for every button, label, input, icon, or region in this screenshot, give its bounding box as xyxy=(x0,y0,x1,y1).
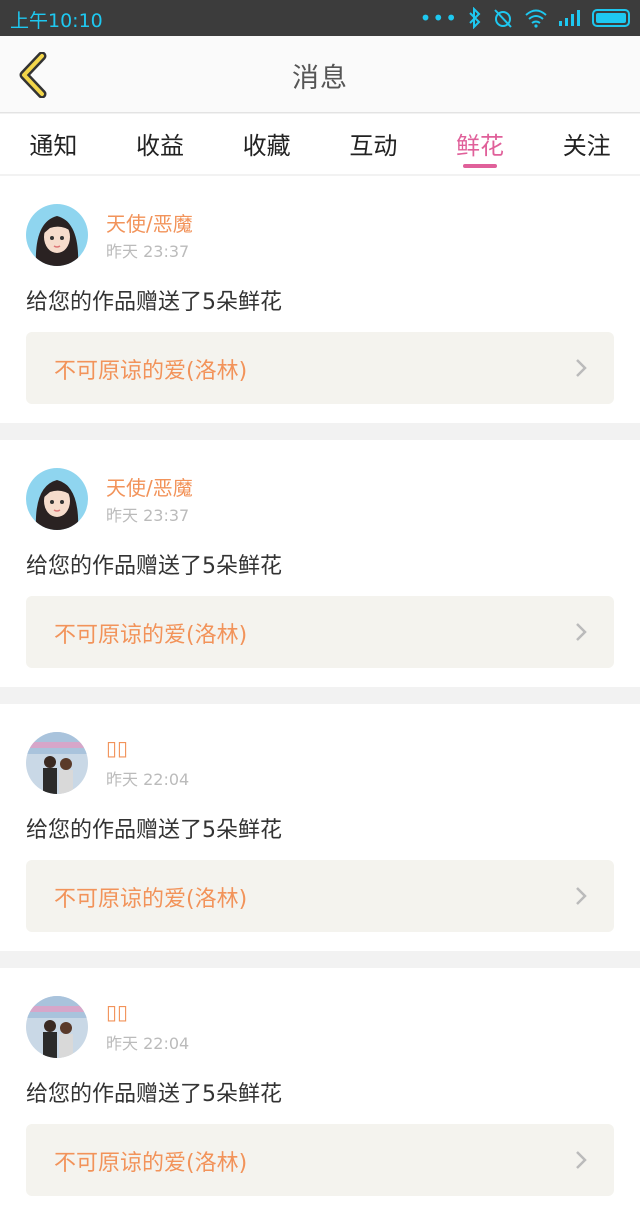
wifi-icon xyxy=(525,9,547,28)
status-time: 上午10:10 xyxy=(10,10,103,32)
chevron-right-icon xyxy=(576,359,587,377)
work-title: 不可原谅的爱(洛林) xyxy=(54,887,248,912)
message-time: 昨天 23:37 xyxy=(106,506,190,525)
message-text: 给您的作品赠送了5朵鲜花 xyxy=(26,818,282,843)
dots-icon: ••• xyxy=(419,6,458,30)
tab-interactions[interactable]: 互动 xyxy=(320,114,427,174)
work-title: 不可原谅的爱(洛林) xyxy=(54,1151,248,1176)
avatar[interactable] xyxy=(26,732,88,794)
work-link[interactable]: 不可原谅的爱(洛林) xyxy=(26,860,614,932)
battery-icon xyxy=(592,9,630,27)
avatar-girl-icon xyxy=(26,204,88,266)
work-link[interactable]: 不可原谅的爱(洛林) xyxy=(26,1124,614,1196)
message-time: 昨天 22:04 xyxy=(106,770,190,789)
message-text: 给您的作品赠送了5朵鲜花 xyxy=(26,290,282,315)
work-title: 不可原谅的爱(洛林) xyxy=(54,623,248,648)
alarm-off-icon xyxy=(494,9,512,28)
status-icons: ••• xyxy=(420,6,630,30)
message-time: 昨天 22:04 xyxy=(106,1034,190,1053)
tab-bar: 通知 收益 收藏 互动 鲜花 关注 xyxy=(0,114,640,174)
page-title: 消息 xyxy=(292,63,348,94)
chevron-right-icon xyxy=(576,1151,587,1169)
tab-label: 关注 xyxy=(562,132,611,160)
tab-label: 通知 xyxy=(29,132,78,160)
active-tab-indicator xyxy=(463,164,498,168)
message-card: 天使/恶魔 昨天 23:37 给您的作品赠送了5朵鲜花 不可原谅的爱(洛林) xyxy=(0,440,640,687)
sender-name[interactable]: 天使/恶魔 xyxy=(106,472,193,501)
message-text: 给您的作品赠送了5朵鲜花 xyxy=(26,554,282,579)
tab-label: 收藏 xyxy=(242,132,291,160)
message-card: ▯▯ 昨天 22:04 给您的作品赠送了5朵鲜花 不可原谅的爱(洛林) xyxy=(0,968,640,1215)
message-text: 给您的作品赠送了5朵鲜花 xyxy=(26,1082,282,1107)
tab-follows[interactable]: 关注 xyxy=(533,114,640,174)
avatar-couple-photo-icon xyxy=(26,732,88,794)
work-link[interactable]: 不可原谅的爱(洛林) xyxy=(26,332,614,404)
avatar[interactable] xyxy=(26,468,88,530)
bluetooth-icon xyxy=(469,7,481,29)
work-title: 不可原谅的爱(洛林) xyxy=(54,359,248,384)
tab-label: 收益 xyxy=(136,132,184,160)
avatar[interactable] xyxy=(26,204,88,266)
tab-label: 互动 xyxy=(349,132,398,160)
tab-notifications[interactable]: 通知 xyxy=(0,114,107,174)
message-time: 昨天 23:37 xyxy=(106,242,190,261)
sender-name[interactable]: ▯▯ xyxy=(106,736,128,760)
sender-name[interactable]: 天使/恶魔 xyxy=(106,208,193,237)
avatar-girl-icon xyxy=(26,468,88,530)
chevron-right-icon xyxy=(576,887,587,905)
sender-name[interactable]: ▯▯ xyxy=(106,1000,128,1024)
avatar-couple-photo-icon xyxy=(26,996,88,1058)
tab-earnings[interactable]: 收益 xyxy=(107,114,214,174)
tab-favorites[interactable]: 收藏 xyxy=(213,114,320,174)
work-link[interactable]: 不可原谅的爱(洛林) xyxy=(26,596,614,668)
signal-icon xyxy=(559,10,580,26)
avatar[interactable] xyxy=(26,996,88,1058)
status-bar: 上午10:10 ••• xyxy=(0,0,640,36)
chevron-right-icon xyxy=(576,623,587,641)
tab-flowers[interactable]: 鲜花 xyxy=(427,114,534,174)
tab-label: 鲜花 xyxy=(456,132,505,160)
header: 消息 xyxy=(0,36,640,113)
message-card: 天使/恶魔 昨天 23:37 给您的作品赠送了5朵鲜花 不可原谅的爱(洛林) xyxy=(0,176,640,423)
message-card: ▯▯ 昨天 22:04 给您的作品赠送了5朵鲜花 不可原谅的爱(洛林) xyxy=(0,704,640,951)
